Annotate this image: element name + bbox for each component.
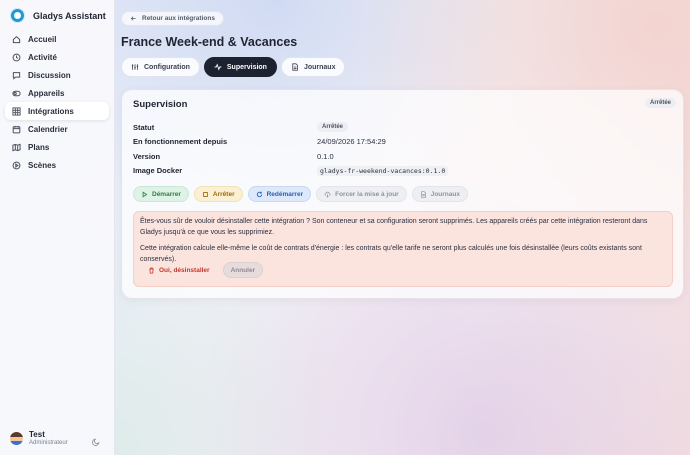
main-content: Retour aux intégrations France Week-end … (115, 0, 690, 455)
home-icon (12, 35, 21, 44)
play-icon (142, 190, 148, 198)
tab-journaux[interactable]: Journaux (280, 57, 346, 77)
back-to-integrations-button[interactable]: Retour aux intégrations (121, 11, 224, 26)
confirm-uninstall-button[interactable]: Oui, désinstaller (140, 262, 218, 278)
cancel-button[interactable]: Annuler (222, 262, 264, 278)
restart-button[interactable]: Redémarrer (247, 186, 312, 202)
play-icon (12, 161, 21, 170)
sliders-icon (131, 64, 139, 70)
sidebar-item-calendrier[interactable]: Calendrier (5, 120, 109, 138)
force-update-button[interactable]: Forcer la mise à jour (316, 186, 407, 202)
page-title: France Week-end & Vacances (121, 35, 298, 49)
button-label: Forcer la mise à jour (335, 190, 399, 198)
tab-label: Journaux (303, 63, 336, 71)
sidebar-item-label: Activité (28, 52, 57, 62)
row-value: 24/09/2026 17:54:29 (317, 137, 386, 147)
devices-icon (12, 89, 21, 98)
status-badge: Arrêtée (644, 98, 676, 108)
start-button[interactable]: Démarrer (133, 186, 189, 202)
button-label: Annuler (230, 266, 256, 274)
sidebar-item-label: Discussion (28, 70, 71, 80)
calendar-icon (12, 125, 21, 134)
grid-icon (12, 106, 21, 116)
info-table: Statut Arrêtée En fonctionnement depuis … (133, 120, 673, 178)
confirm-message: Êtes-vous sûr de vouloir désinstaller ce… (140, 218, 648, 236)
sidebar-item-label: Calendrier (28, 124, 68, 134)
row-label: Image Docker (133, 166, 183, 176)
user-role: Administrateur (29, 440, 68, 446)
chat-icon (12, 71, 21, 80)
info-row-docker-image: Image Docker gladys-fr-weekend-vacances:… (133, 164, 673, 179)
uninstall-confirmation: Êtes-vous sûr de vouloir désinstaller ce… (133, 211, 673, 287)
map-icon (12, 143, 21, 152)
user-text: Test Administrateur (29, 430, 68, 446)
cloud-download-icon (324, 191, 331, 198)
card-title: Supervision (133, 99, 188, 110)
supervision-card: Supervision Arrêtée Statut Arrêtée En fo… (121, 89, 684, 299)
row-label: Version (133, 151, 161, 161)
tab-configuration[interactable]: Configuration (121, 57, 200, 77)
button-label: Arrêter (212, 190, 235, 198)
tab-supervision[interactable]: Supervision (203, 57, 277, 77)
sidebar-item-plans[interactable]: Plans (5, 138, 109, 156)
tab-label: Configuration (144, 63, 190, 71)
app-name: Gladys Assistant (33, 10, 106, 21)
confirm-actions: Oui, désinstaller Annuler (140, 262, 264, 278)
info-row-status: Statut Arrêtée (133, 120, 673, 135)
dark-mode-moon-icon[interactable] (92, 433, 101, 446)
avatar (10, 431, 23, 445)
gladys-logo-icon (11, 9, 24, 22)
arrow-left-icon (130, 16, 136, 21)
sidebar-item-label: Intégrations (28, 106, 74, 116)
brand[interactable]: Gladys Assistant (11, 9, 106, 22)
document-icon (292, 63, 298, 71)
sidebar-item-label: Plans (28, 142, 50, 152)
button-label: Redémarrer (266, 190, 304, 198)
sidebar: Gladys Assistant Accueil Activité Discus… (0, 0, 115, 455)
sidebar-item-accueil[interactable]: Accueil (5, 30, 109, 48)
info-row-uptime: En fonctionnement depuis 24/09/2026 17:5… (133, 135, 673, 150)
sidebar-item-label: Accueil (28, 34, 57, 44)
sidebar-item-integrations[interactable]: Intégrations (5, 102, 109, 120)
docker-image-value: gladys-fr-weekend-vacances:0.1.0 (317, 165, 449, 176)
sidebar-item-activite[interactable]: Activité (5, 48, 109, 66)
user-profile[interactable]: Test Administrateur (10, 428, 105, 448)
tab-label: Supervision (226, 63, 267, 71)
sidebar-item-discussion[interactable]: Discussion (5, 66, 109, 84)
row-label: Statut (133, 122, 155, 132)
sidebar-item-scenes[interactable]: Scènes (5, 156, 109, 174)
document-icon (420, 190, 426, 198)
button-label: Démarrer (152, 190, 181, 198)
stop-square-icon (202, 191, 208, 197)
tab-bar: Configuration Supervision Journaux (121, 57, 346, 77)
row-label: En fonctionnement depuis (133, 137, 228, 147)
info-row-version: Version 0.1.0 (133, 149, 673, 164)
row-value: 0.1.0 (317, 151, 334, 161)
container-actions: Démarrer Arrêter Redémarrer Forcer la mi… (133, 186, 468, 202)
sidebar-nav: Accueil Activité Discussion Appareils In… (5, 30, 109, 174)
refresh-icon (256, 191, 262, 197)
user-name: Test (29, 430, 45, 439)
logs-button[interactable]: Journaux (411, 186, 468, 202)
sidebar-item-appareils[interactable]: Appareils (5, 84, 109, 102)
button-label: Journaux (430, 190, 460, 198)
stop-button[interactable]: Arrêter (193, 186, 243, 202)
clock-icon (12, 53, 21, 62)
trash-icon (149, 267, 154, 274)
activity-pulse-icon (214, 63, 222, 71)
back-button-label: Retour aux intégrations (142, 15, 215, 22)
sidebar-item-label: Scènes (28, 160, 57, 170)
status-value-badge: Arrêtée (317, 122, 349, 133)
button-label: Oui, désinstaller (159, 266, 210, 274)
sidebar-item-label: Appareils (28, 88, 65, 98)
